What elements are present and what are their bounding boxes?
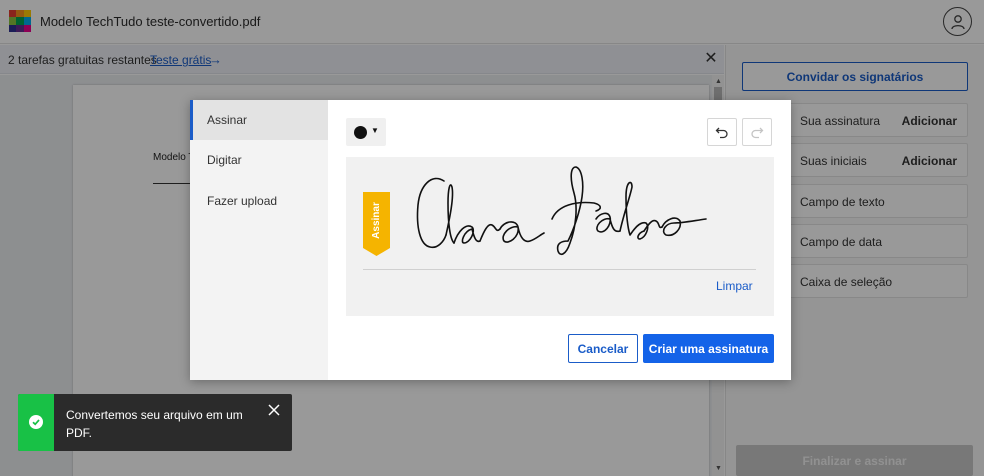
- check-circle-icon: [29, 415, 43, 429]
- undo-icon: [715, 127, 728, 139]
- cancel-button[interactable]: Cancelar: [568, 334, 638, 363]
- conversion-toast: Convertemos seu arquivo em um PDF.: [18, 394, 292, 451]
- tab-upload[interactable]: Fazer upload: [190, 181, 328, 221]
- clear-signature-link[interactable]: Limpar: [716, 279, 753, 293]
- signature-draw-area[interactable]: Assinar Limpar: [346, 157, 774, 316]
- toast-close-icon[interactable]: [267, 403, 281, 417]
- tab-type[interactable]: Digitar: [190, 140, 328, 180]
- undo-button[interactable]: [707, 118, 737, 146]
- redo-icon: [751, 127, 764, 139]
- signature-method-tabs: Assinar Digitar Fazer upload: [190, 100, 328, 380]
- signature-baseline: [363, 269, 756, 270]
- tab-draw[interactable]: Assinar: [190, 100, 328, 140]
- pen-color-dropdown[interactable]: ▼: [346, 118, 386, 146]
- pen-color-swatch: [354, 126, 367, 139]
- drawn-signature: [416, 166, 707, 256]
- caret-down-icon: ▼: [371, 126, 379, 135]
- redo-button[interactable]: [742, 118, 772, 146]
- create-signature-button[interactable]: Criar uma assinatura: [643, 334, 774, 363]
- signature-dialog: Assinar Digitar Fazer upload ▼ Assinar L…: [190, 100, 791, 380]
- toast-message: Convertemos seu arquivo em um PDF.: [66, 408, 243, 440]
- toast-accent: [18, 394, 54, 451]
